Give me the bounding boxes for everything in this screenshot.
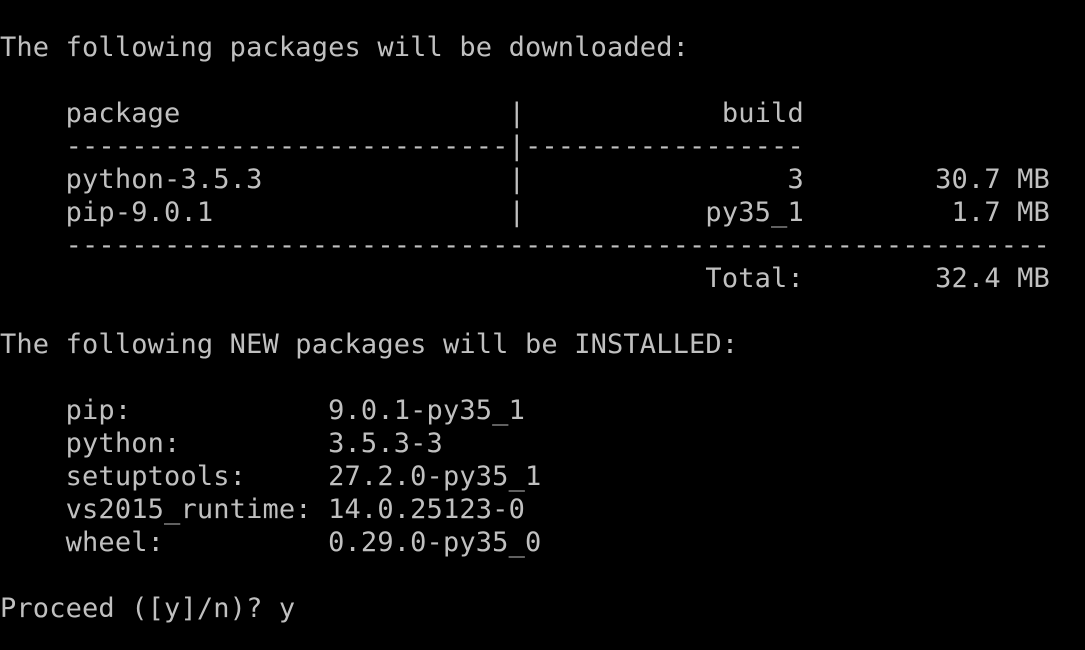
- download-row-pip: pip-9.0.1 | py35_1 1.7 MB: [0, 197, 1050, 228]
- download-row-python: python-3.5.3 | 3 30.7 MB: [0, 164, 1050, 195]
- download-table-header-rule: ---------------------------|------------…: [0, 131, 804, 162]
- install-item-wheel: wheel: 0.29.0-py35_0: [0, 527, 542, 558]
- install-item-setuptools: setuptools: 27.2.0-py35_1: [0, 461, 542, 492]
- download-total: Total: 32.4 MB: [0, 263, 1050, 294]
- download-heading: The following packages will be downloade…: [0, 32, 690, 63]
- proceed-prompt[interactable]: Proceed ([y]/n)? y: [0, 592, 295, 625]
- terminal-window[interactable]: The following packages will be downloade…: [0, 0, 1085, 650]
- install-item-vs2015-runtime: vs2015_runtime: 14.0.25123-0: [0, 494, 525, 525]
- install-item-pip: pip: 9.0.1-py35_1: [0, 395, 525, 426]
- download-table-footer-rule: ----------------------------------------…: [0, 230, 1050, 261]
- install-item-python: python: 3.5.3-3: [0, 428, 443, 459]
- install-heading: The following NEW packages will be INSTA…: [0, 329, 739, 360]
- download-table-header: package | build: [0, 98, 804, 129]
